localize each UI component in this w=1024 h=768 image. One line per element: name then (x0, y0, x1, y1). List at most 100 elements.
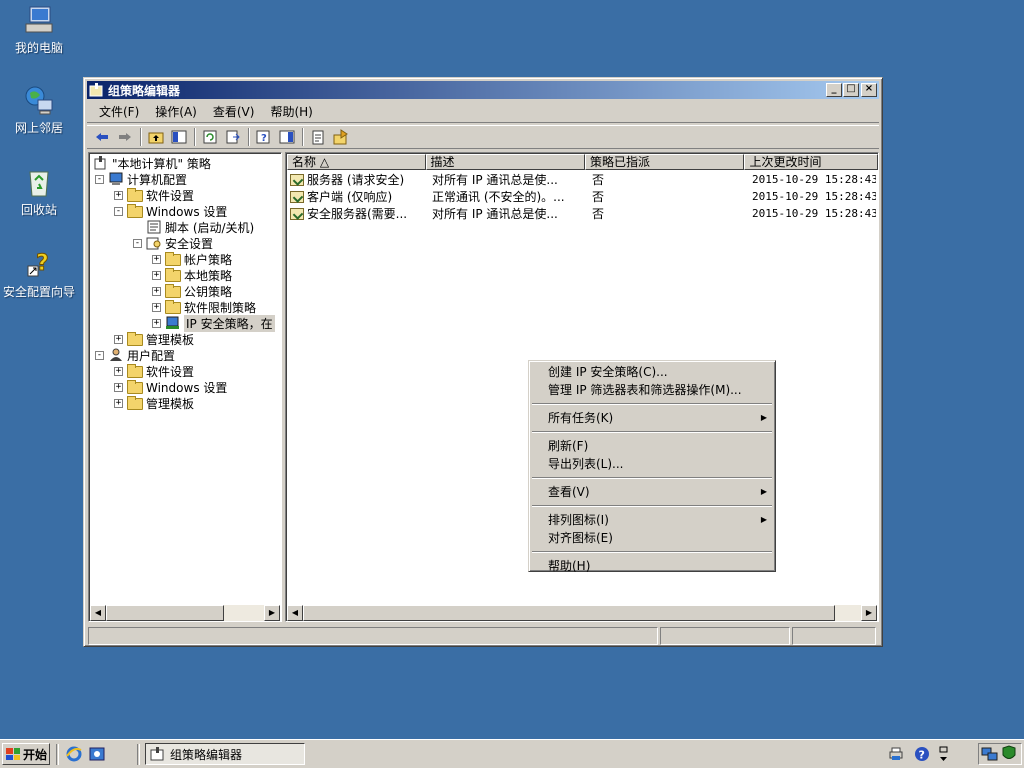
expand-toggle[interactable]: + (114, 398, 123, 408)
submenu-arrow-icon: ▶ (760, 413, 767, 422)
restore-tray-icon[interactable] (937, 745, 955, 763)
start-button[interactable]: 开始 (2, 743, 50, 765)
security-tray-icon[interactable] (1001, 745, 1017, 763)
scroll-right-button[interactable]: ▶ (264, 605, 280, 621)
desktop-icon-security-wizard[interactable]: ? 安全配置向导 (0, 248, 79, 300)
desktop-icon-label: 我的电脑 (14, 41, 63, 55)
list-item[interactable]: 服务器 (请求安全) 对所有 IP 通讯总是使... 否 2015-10-29 … (287, 171, 876, 188)
help-tray-icon[interactable]: ? (913, 745, 931, 763)
show-hide-tree-button[interactable] (168, 127, 190, 147)
menu-item-label: 查看(V) (548, 485, 590, 499)
show-action-pane-button[interactable] (276, 127, 298, 147)
expand-toggle[interactable]: + (152, 318, 161, 328)
toolbar-separator (302, 128, 304, 146)
column-header-description[interactable]: 描述 (425, 154, 585, 170)
collapse-toggle[interactable]: - (95, 174, 104, 184)
minimize-button[interactable]: _ (826, 83, 842, 97)
menu-view[interactable]: 查看(V) (205, 103, 263, 120)
tree-item-user-software-settings[interactable]: + 软件设置 (114, 363, 194, 379)
internet-explorer-icon[interactable] (65, 745, 83, 763)
list-item[interactable]: 客户端 (仅响应) 正常通讯 (不安全的)。... 否 2015-10-29 1… (287, 188, 876, 205)
status-panel-main (88, 627, 658, 645)
tree-item-account-policies[interactable]: + 帐户策略 (152, 251, 232, 267)
policy-name: 客户端 (仅响应) (307, 190, 393, 204)
tree-item-software-restriction[interactable]: + 软件限制策略 (152, 299, 256, 315)
desktop-icon-my-computer[interactable]: 我的电脑 (0, 4, 79, 55)
desktop-icon-label: 安全配置向导 (2, 285, 75, 299)
desktop-icon-network[interactable]: 网上邻居 (0, 84, 79, 135)
folder-icon (127, 188, 143, 202)
toolbar: ? (87, 125, 879, 149)
taskbar-item-group-policy-editor[interactable]: 组策略编辑器 (145, 743, 305, 765)
tree-item-user-windows-settings[interactable]: + Windows 设置 (114, 379, 227, 395)
menu-item-line-up-icons[interactable]: 对齐图标(E) (531, 529, 773, 547)
collapse-toggle[interactable]: - (133, 238, 142, 248)
up-one-level-button[interactable] (145, 127, 167, 147)
help-button[interactable]: ? (253, 127, 275, 147)
scrollbar-thumb[interactable] (106, 605, 224, 621)
my-computer-icon (22, 4, 56, 38)
maximize-button[interactable]: □ (843, 83, 859, 97)
expand-toggle[interactable]: + (152, 254, 161, 264)
scroll-left-button[interactable]: ◀ (287, 605, 303, 621)
expand-toggle[interactable]: + (114, 334, 123, 344)
menu-help[interactable]: 帮助(H) (262, 103, 320, 120)
menu-item-create-ip-policy[interactable]: 创建 IP 安全策略(C)... (531, 363, 773, 381)
collapse-toggle[interactable]: - (114, 206, 123, 216)
menu-item-refresh[interactable]: 刷新(F) (531, 437, 773, 455)
menu-item-manage-ip-filters[interactable]: 管理 IP 筛选器表和筛选器操作(M)... (531, 381, 773, 399)
scrollbar-thumb[interactable] (303, 605, 835, 621)
refresh-button[interactable] (199, 127, 221, 147)
export-list-button[interactable] (222, 127, 244, 147)
tree-horizontal-scrollbar[interactable]: ◀ ▶ (90, 605, 280, 621)
tree-item-software-settings[interactable]: + 软件设置 (114, 187, 194, 203)
expand-toggle[interactable]: + (114, 190, 123, 200)
tree-item-ip-security-policies[interactable]: + IP 安全策略，在 (152, 314, 275, 332)
manage-filters-button[interactable] (330, 127, 352, 147)
window-title: 组策略编辑器 (108, 83, 181, 98)
show-desktop-icon[interactable] (88, 745, 106, 763)
tree-item-label: 脚本 (启动/关机) (165, 220, 255, 235)
expand-toggle[interactable]: + (152, 286, 161, 296)
printer-tray-icon[interactable] (887, 745, 905, 763)
menu-action[interactable]: 操作(A) (147, 103, 205, 120)
tree-item-local-policies[interactable]: + 本地策略 (152, 267, 232, 283)
expand-toggle[interactable]: + (152, 302, 161, 312)
expand-toggle[interactable]: + (114, 382, 123, 392)
tree-item-user-config[interactable]: - 用户配置 (95, 347, 175, 363)
network-status-icon[interactable] (981, 745, 999, 763)
menu-item-arrange-icons[interactable]: 排列图标(I) ▶ (531, 511, 773, 529)
windows-logo-icon (6, 748, 20, 760)
column-header-name[interactable]: 名称 △ (287, 154, 426, 170)
menu-item-label: 所有任务(K) (548, 411, 614, 425)
tree-item-public-key-policies[interactable]: + 公钥策略 (152, 283, 232, 299)
tree-item-windows-settings[interactable]: - Windows 设置 (114, 203, 227, 219)
list-horizontal-scrollbar[interactable]: ◀ ▶ (287, 605, 877, 621)
menu-item-export-list[interactable]: 导出列表(L)... (531, 455, 773, 473)
tree-item-local-computer-policy[interactable]: "本地计算机" 策略 (93, 155, 211, 171)
desktop-icon-recycle-bin[interactable]: 回收站 (0, 166, 79, 217)
create-policy-button[interactable] (307, 127, 329, 147)
menu-item-all-tasks[interactable]: 所有任务(K) ▶ (531, 409, 773, 427)
expand-toggle[interactable]: + (114, 366, 123, 376)
menu-file[interactable]: 文件(F) (91, 103, 147, 120)
title-bar[interactable]: 组策略编辑器 _ □ × (87, 81, 879, 99)
column-header-assigned[interactable]: 策略已指派 (584, 154, 745, 170)
tree-item-user-admin-templates[interactable]: + 管理模板 (114, 395, 194, 411)
expand-toggle[interactable]: + (152, 270, 161, 280)
menu-item-view[interactable]: 查看(V) ▶ (531, 483, 773, 501)
close-button[interactable]: × (861, 83, 877, 97)
back-button[interactable] (91, 127, 113, 147)
collapse-toggle[interactable]: - (95, 350, 104, 360)
tree-item-label: IP 安全策略，在 (184, 314, 275, 332)
list-item[interactable]: 安全服务器(需要... 对所有 IP 通讯总是使... 否 2015-10-29… (287, 205, 876, 222)
tree-item-scripts[interactable]: 脚本 (启动/关机) (146, 219, 254, 235)
forward-button[interactable] (114, 127, 136, 147)
tree-item-computer-config[interactable]: - 计算机配置 (95, 171, 187, 187)
menu-item-help[interactable]: 帮助(H) (531, 557, 773, 575)
scroll-left-button[interactable]: ◀ (90, 605, 106, 621)
tree-item-admin-templates[interactable]: + 管理模板 (114, 331, 194, 347)
column-header-last-modified[interactable]: 上次更改时间 (744, 154, 878, 170)
tree-item-security-settings[interactable]: - 安全设置 (133, 235, 213, 251)
scroll-right-button[interactable]: ▶ (861, 605, 877, 621)
